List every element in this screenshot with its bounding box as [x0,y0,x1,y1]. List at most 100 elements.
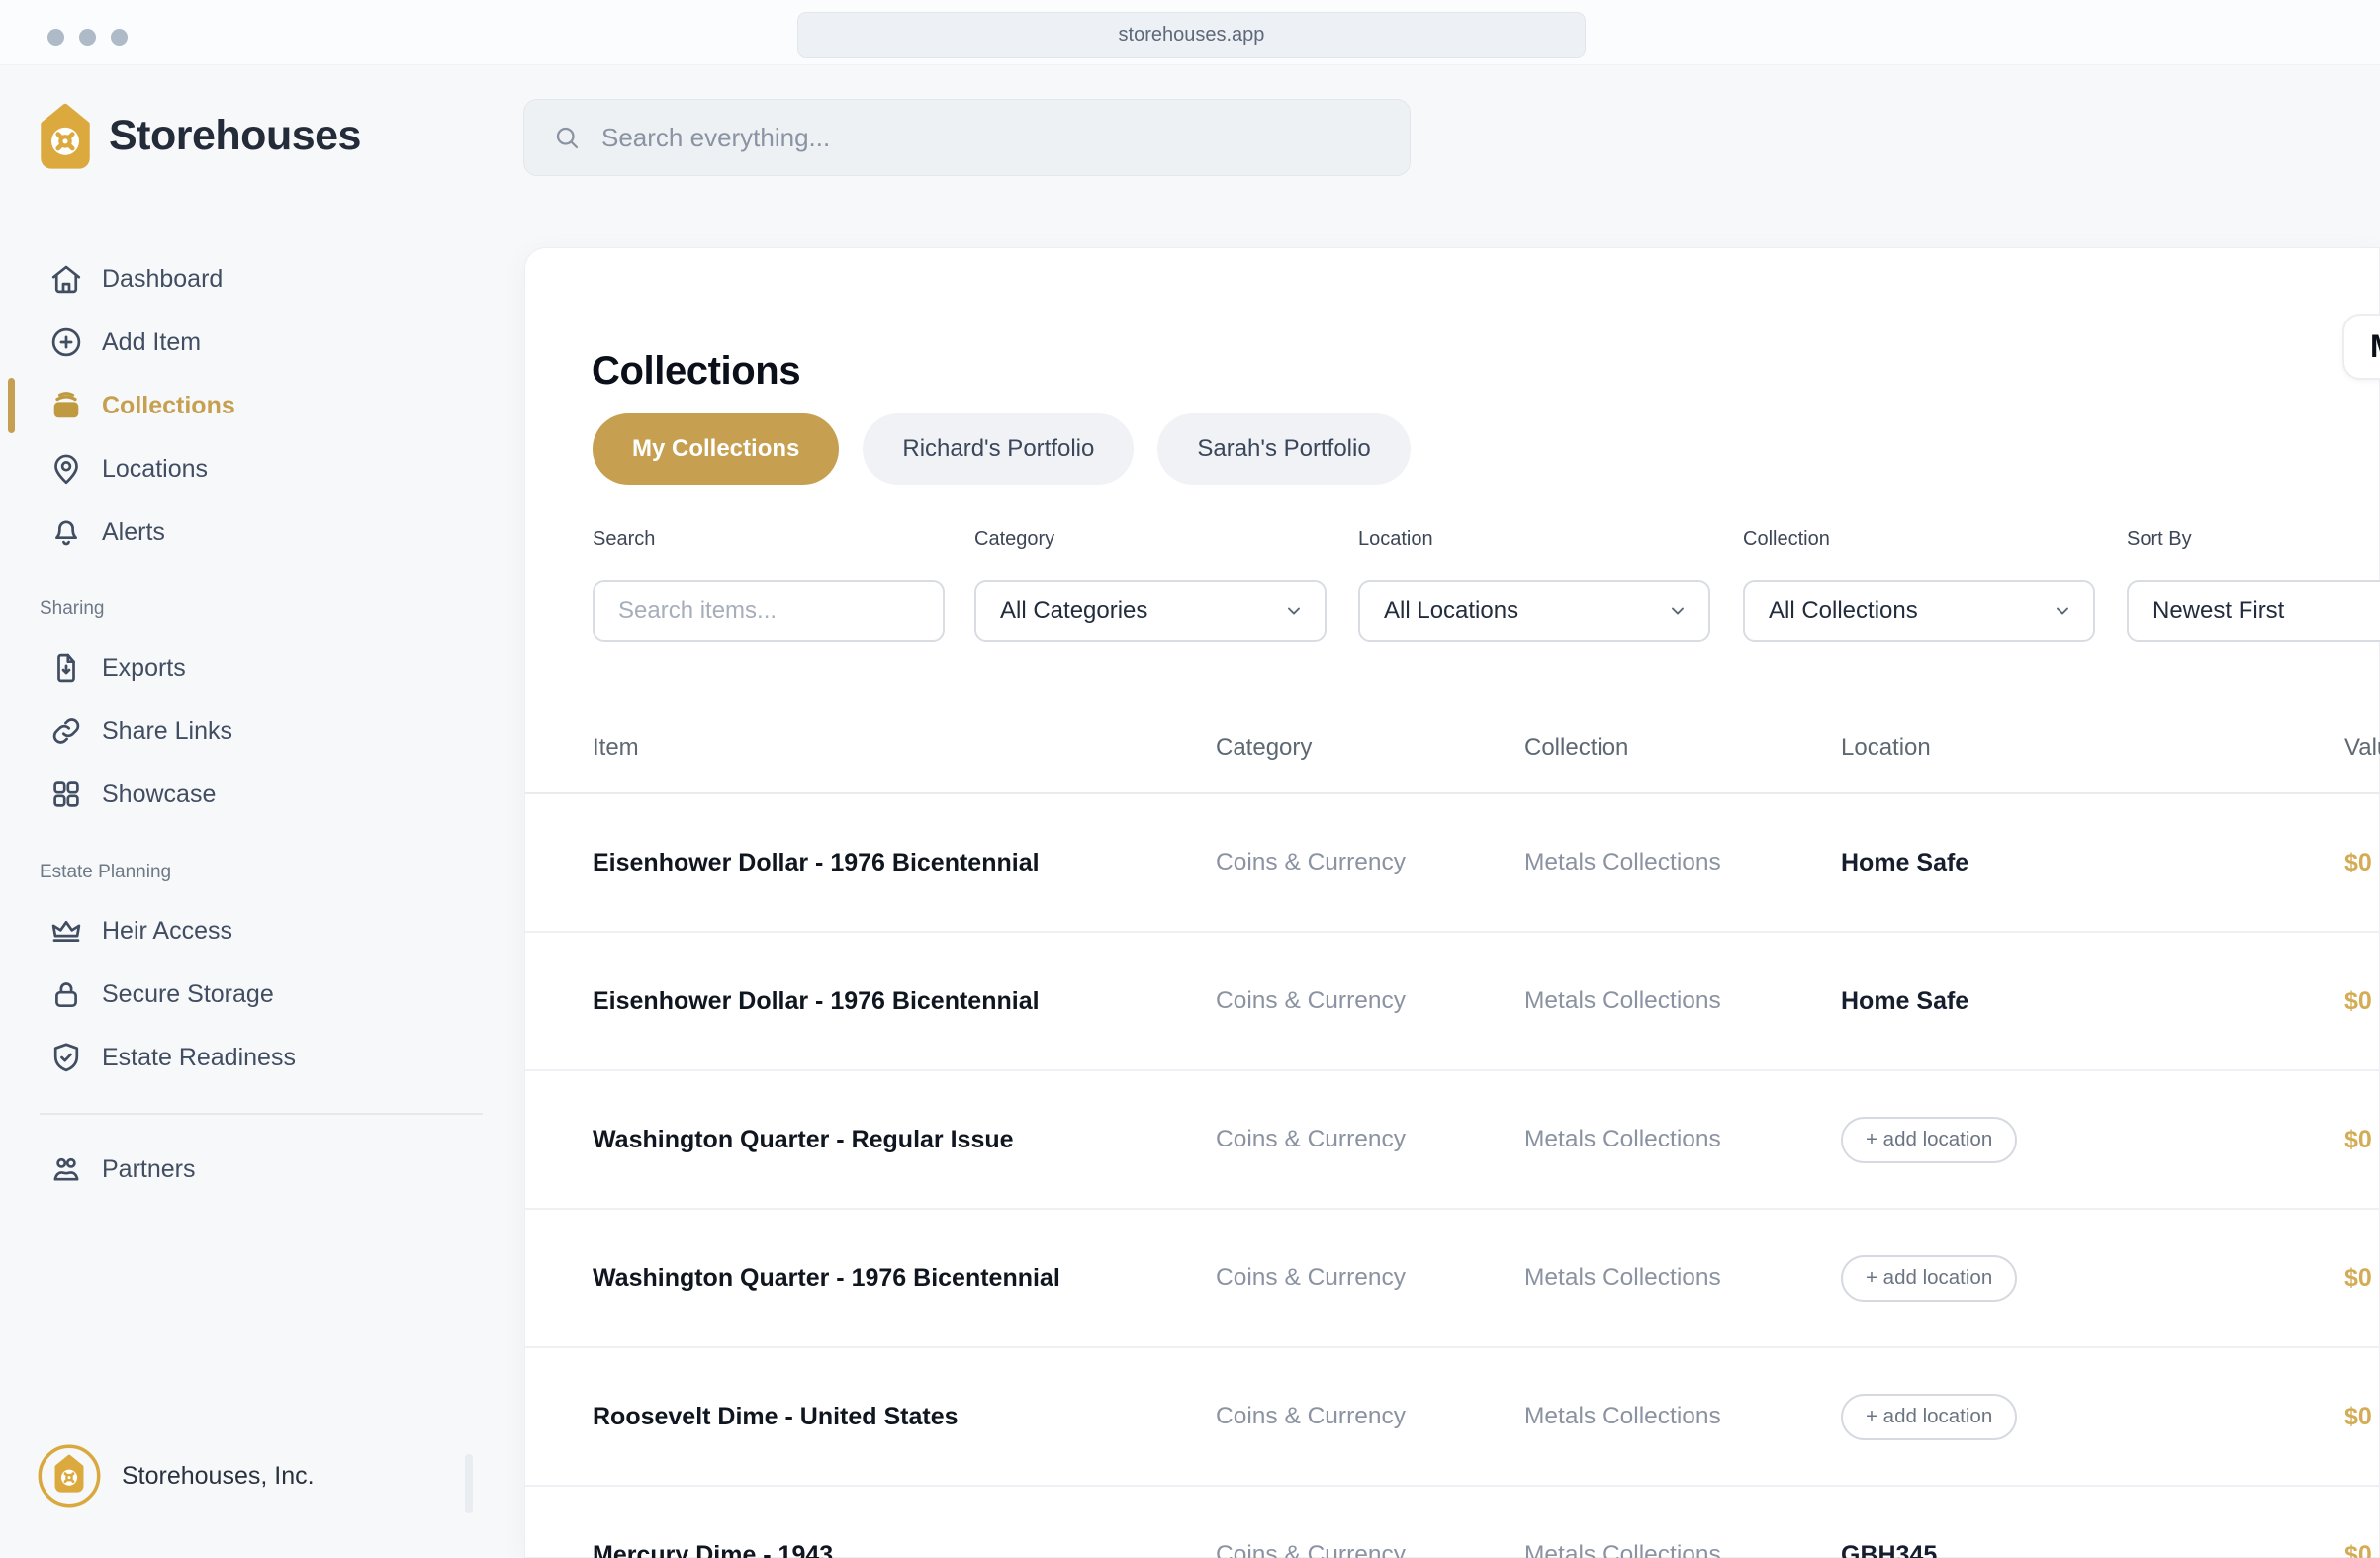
sidebar-item-label: Dashboard [102,265,223,294]
location-text: Home Safe [1841,849,1968,876]
sidebar: Dashboard Add Item Collections Locations Ale… [0,64,522,1558]
sidebar-item-secure-storage[interactable]: Secure Storage [0,962,495,1026]
filter-collection: CollectionAll Collections [1743,528,2095,551]
sidebar-item-dashboard[interactable]: Dashboard [0,247,495,311]
manage-button-partial[interactable]: M [2342,314,2380,380]
sidebar-item-locations[interactable]: Locations [0,437,495,501]
sidebar-footer: Storehouses, Inc. [37,1443,315,1509]
tab-richard-s-portfolio[interactable]: Richard's Portfolio [863,413,1134,485]
filter-label: Search [593,528,945,551]
file-export-icon [48,650,84,686]
global-search-input[interactable] [599,122,1355,154]
sidebar-divider [40,1113,483,1115]
table-header-row: ItemCategoryCollectionLocationValue [525,703,2380,794]
table-row[interactable]: Roosevelt Dime - United StatesCoins & Cu… [525,1348,2380,1487]
filter-collection-select[interactable]: All Collections [1743,580,2095,642]
shield-check-icon [48,1040,84,1075]
grid-icon [48,777,84,812]
sidebar-item-collections[interactable]: Collections [0,374,495,437]
people-icon [48,1151,84,1187]
sidebar-item-partners[interactable]: Partners [0,1138,495,1201]
filter-label: Category [974,528,1327,551]
bell-icon [48,514,84,550]
item-collection: Metals Collections [1524,1126,1841,1153]
column-header-location: Location [1841,734,2344,762]
item-location-cell: Home Safe [1841,849,2344,877]
selected-value: All Locations [1384,597,1518,625]
location-text: Home Safe [1841,987,1968,1015]
add-location-button[interactable]: + add location [1841,1394,2017,1440]
minimize-button[interactable] [79,29,96,46]
sidebar-item-exports[interactable]: Exports [0,636,495,699]
filter-category: CategoryAll Categories [974,528,1327,551]
sidebar-sharing-nav: Exports Share Links Showcase [0,636,495,826]
sidebar-item-estate-readiness[interactable]: Estate Readiness [0,1026,495,1089]
filter-sort-by-select[interactable]: Newest First [2127,580,2380,642]
selected-value: All Collections [1769,597,1918,625]
crown-icon [48,913,84,949]
table-row[interactable]: Eisenhower Dollar - 1976 BicentennialCoi… [525,933,2380,1071]
tab-sarah-s-portfolio[interactable]: Sarah's Portfolio [1157,413,1410,485]
filter-location-select[interactable]: All Locations [1358,580,1710,642]
sidebar-scrollbar-thumb[interactable] [465,1454,473,1513]
chevron-down-icon [2052,600,2073,622]
tab-my-collections[interactable]: My Collections [593,413,839,485]
add-location-button[interactable]: + add location [1841,1117,2017,1163]
sidebar-item-label: Exports [102,654,186,683]
page-title: Collections [592,349,800,394]
item-collection: Metals Collections [1524,1264,1841,1292]
company-name: Storehouses, Inc. [122,1462,315,1491]
item-value: $0 [2344,987,2380,1016]
sidebar-item-label: Share Links [102,717,232,746]
sidebar-item-label: Heir Access [102,917,232,946]
chevron-down-icon [1283,600,1305,622]
sidebar-item-label: Estate Readiness [102,1044,296,1072]
window-controls [47,29,128,46]
sidebar-item-label: Secure Storage [102,980,274,1009]
sidebar-item-share-links[interactable]: Share Links [0,699,495,763]
selected-value: Newest First [2152,597,2284,625]
home-icon [48,261,84,297]
address-bar[interactable]: storehouses.app [797,12,1586,58]
item-value: $0 [2344,1541,2380,1558]
sidebar-item-alerts[interactable]: Alerts [0,501,495,564]
sidebar-item-label: Add Item [102,328,201,357]
table-body: Eisenhower Dollar - 1976 BicentennialCoi… [525,794,2380,1558]
column-header-category: Category [1216,734,1524,762]
zoom-button[interactable] [111,29,128,46]
sidebar-item-label: Showcase [102,780,216,809]
selected-value: All Categories [1000,597,1147,625]
item-value: $0 [2344,849,2380,877]
sidebar-secondary-nav: Partners [0,1138,495,1201]
item-collection: Metals Collections [1524,1541,1841,1558]
item-location-cell: GBH345 [1841,1541,2344,1558]
add-location-button[interactable]: + add location [1841,1255,2017,1302]
item-value: $0 [2344,1264,2380,1293]
item-collection: Metals Collections [1524,849,1841,876]
item-location-cell: + add location [1841,1394,2344,1440]
filter-bar: SearchCategoryAll CategoriesLocationAll … [525,528,2379,657]
sidebar-item-add-item[interactable]: Add Item [0,311,495,374]
filter-search: Search [593,528,945,551]
sidebar-item-heir-access[interactable]: Heir Access [0,899,495,962]
table-row[interactable]: Eisenhower Dollar - 1976 BicentennialCoi… [525,794,2380,933]
item-category: Coins & Currency [1216,1126,1524,1153]
item-category: Coins & Currency [1216,1403,1524,1430]
item-value: $0 [2344,1126,2380,1154]
global-search-bar[interactable] [523,99,1411,176]
main-content-card: Collections M My Collections Richard's Po… [524,247,2380,1558]
collections-box-icon [48,388,84,423]
search-icon [552,123,582,152]
sidebar-item-showcase[interactable]: Showcase [0,763,495,826]
sidebar-item-label: Alerts [102,518,165,547]
filter-search-input[interactable] [593,580,945,642]
filter-category-select[interactable]: All Categories [974,580,1327,642]
table-row[interactable]: Washington Quarter - 1976 BicentennialCo… [525,1210,2380,1348]
table-row[interactable]: Mercury Dime - 1943Coins & CurrencyMetal… [525,1487,2380,1558]
table-row[interactable]: Washington Quarter - Regular IssueCoins … [525,1071,2380,1210]
close-button[interactable] [47,29,64,46]
sidebar-item-label: Locations [102,455,208,484]
link-icon [48,713,84,749]
portfolio-tabs: My Collections Richard's Portfolio Sarah's… [593,413,1411,485]
sidebar-primary-nav: Dashboard Add Item Collections Locations Ale… [0,247,495,564]
